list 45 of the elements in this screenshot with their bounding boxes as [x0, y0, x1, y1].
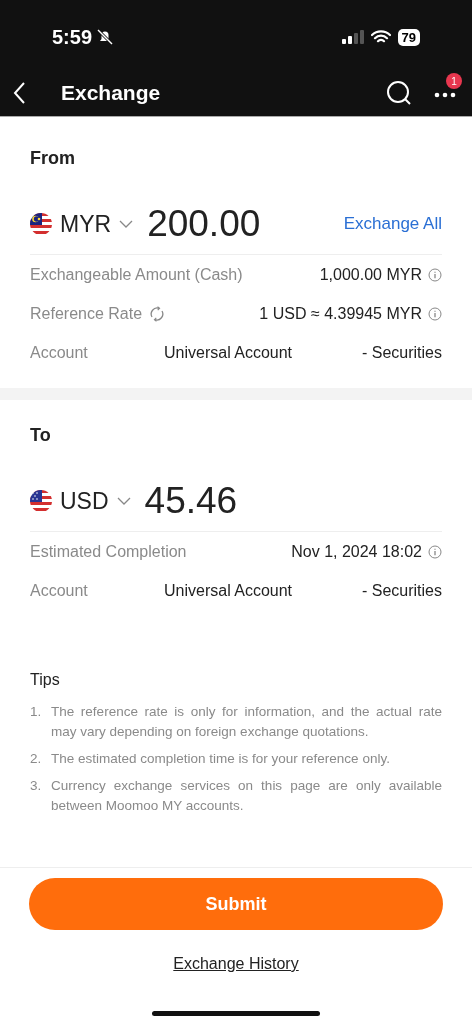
- tip-text: The reference rate is only for information, and the actual rate may vary depending on foreign exchange quotations.: [51, 703, 442, 741]
- account-name: Universal Account: [164, 342, 293, 363]
- section-heading: From: [30, 147, 76, 170]
- currency-selector[interactable]: USD: [30, 483, 131, 519]
- search-icon[interactable]: [386, 80, 412, 106]
- row-value: Nov 1, 2024 18:02: [291, 541, 422, 562]
- row-label: Reference Rate: [30, 303, 143, 324]
- wifi-icon: [370, 30, 391, 44]
- account-type: - Securities: [361, 342, 442, 363]
- info-icon[interactable]: [428, 267, 442, 282]
- tip-number: 1.: [30, 703, 43, 721]
- currency-selector[interactable]: MYR: [30, 206, 134, 242]
- amount-field[interactable]: 200.00: [147, 202, 261, 246]
- row-label: Exchangeable Amount (Cash): [30, 264, 243, 285]
- row-label: Account: [30, 580, 89, 601]
- row-value: 1,000.00 MYR: [319, 264, 422, 285]
- chevron-down-icon: [119, 220, 134, 228]
- amount-field[interactable]: 45.46: [144, 479, 238, 523]
- refresh-icon[interactable]: [148, 304, 167, 323]
- row-label: Estimated Completion: [30, 541, 187, 562]
- tip-text: The estimated completion time is for your reference only.: [51, 750, 390, 768]
- notification-badge: 1: [446, 73, 462, 89]
- info-icon[interactable]: [428, 306, 442, 321]
- row-value: 1 USD ≈ 4.39945 MYR: [259, 303, 422, 324]
- exchange-all-link[interactable]: Exchange All: [343, 211, 442, 237]
- tip-number: 2.: [30, 750, 43, 768]
- exchange-history-link[interactable]: Exchange History: [173, 952, 299, 976]
- account-name: Universal Account: [164, 580, 293, 601]
- account-type: - Securities: [361, 580, 442, 601]
- flag-icon: [30, 490, 52, 512]
- tips-heading: Tips: [30, 670, 61, 690]
- page-title: Exchange: [61, 80, 161, 107]
- section-heading: To: [30, 424, 52, 447]
- muted-bell-icon: [96, 28, 115, 46]
- chevron-down-icon: [116, 497, 131, 505]
- tip-text: Currency exchange services on this page are only available between Moomoo MY accounts.: [51, 777, 442, 815]
- row-label: Account: [30, 342, 89, 363]
- status-time: 5:59: [52, 25, 93, 50]
- info-icon[interactable]: [428, 544, 442, 559]
- back-icon[interactable]: [12, 81, 28, 105]
- tip-number: 3.: [30, 777, 43, 795]
- flag-icon: [30, 213, 52, 235]
- more-icon[interactable]: [434, 92, 456, 98]
- signal-icon: [341, 30, 364, 44]
- battery-level: 79: [397, 28, 420, 46]
